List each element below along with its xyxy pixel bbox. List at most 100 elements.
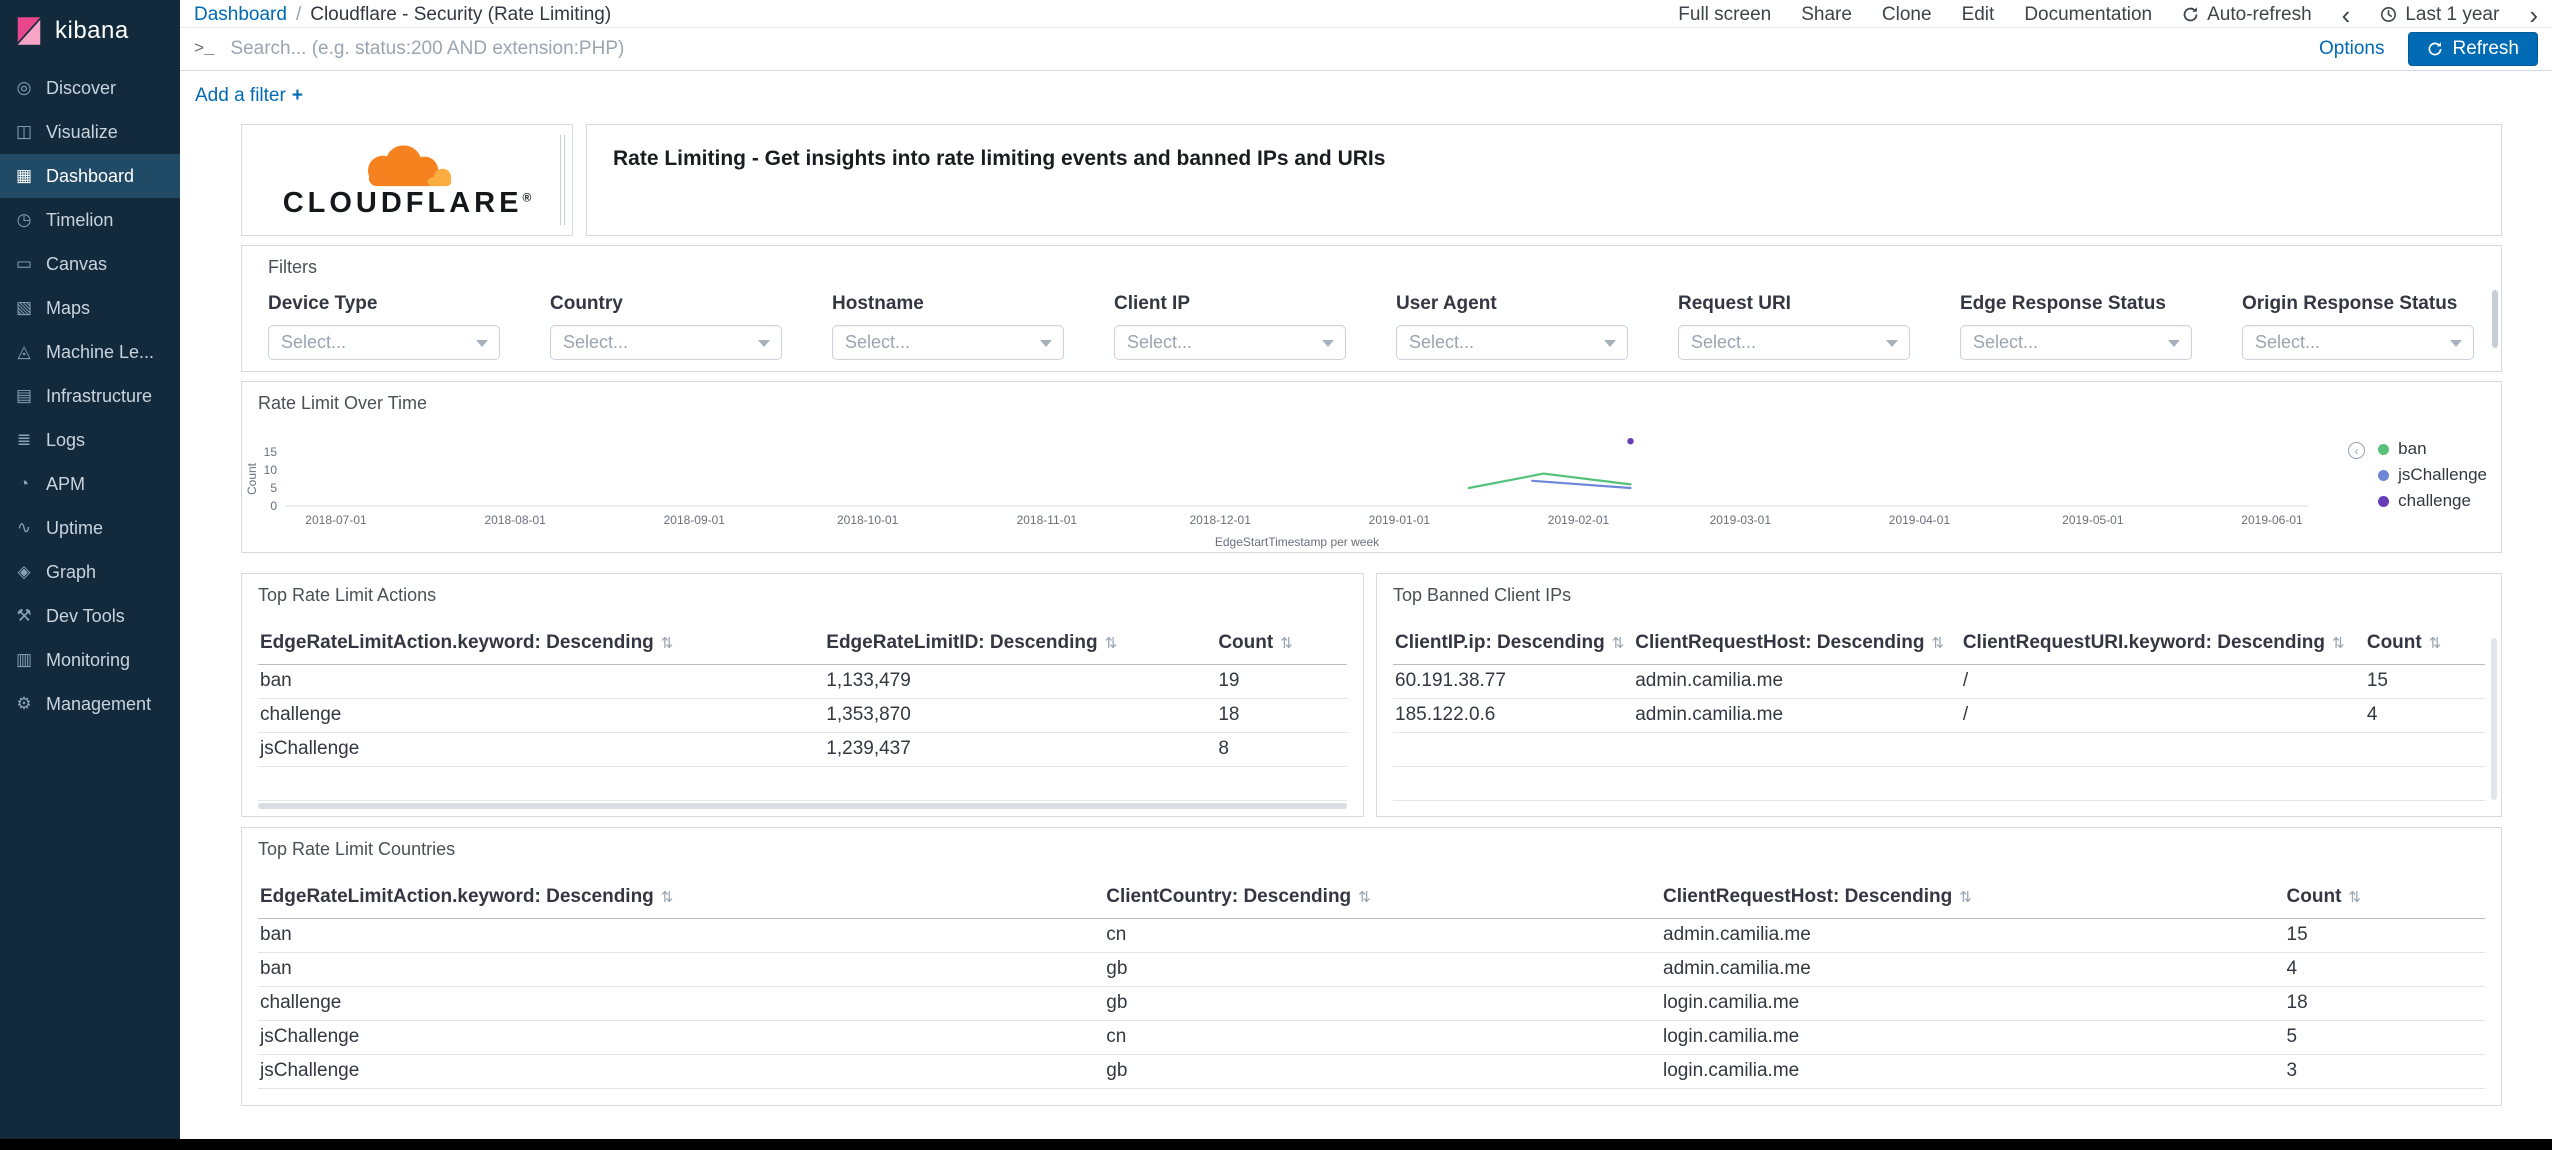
kibana-home-link[interactable]: kibana <box>0 0 180 60</box>
column-header[interactable]: Count ⇅ <box>1216 622 1347 665</box>
sidebar-item-machine-learning[interactable]: ◬ Machine Le... <box>0 330 180 374</box>
sort-icon: ⇅ <box>1280 634 1293 652</box>
actions-table: EdgeRateLimitAction.keyword: Descending ⇅… <box>258 622 1347 801</box>
banned-ips-table: ClientIP.ip: Descending ⇅ ClientRequestHo… <box>1393 622 2485 801</box>
sidebar-item-discover[interactable]: ◎ Discover <box>0 66 180 110</box>
svg-text:2019-05-01: 2019-05-01 <box>2062 513 2124 527</box>
time-picker-button[interactable]: Last 1 year <box>2380 4 2499 26</box>
time-back-button[interactable]: ‹ <box>2342 2 2351 28</box>
filters-row: Device Type Select... Country Select... <box>268 293 2475 360</box>
dashboard-description: Rate Limiting - Get insights into rate l… <box>613 147 1386 170</box>
column-header[interactable]: ClientRequestURI.keyword: Descending ⇅ <box>1960 622 2365 665</box>
breadcrumb-separator: / <box>295 3 302 25</box>
top-rate-limit-countries-panel: Top Rate Limit Countries EdgeRateLimitAc… <box>241 827 2502 1106</box>
filter-field: Country Select... <box>550 293 782 360</box>
filter-label: Device Type <box>268 293 378 314</box>
maps-icon: ▧ <box>15 298 33 317</box>
panel-scrollbar[interactable] <box>560 135 565 225</box>
horizontal-scrollbar[interactable] <box>258 803 1347 809</box>
refresh-icon <box>2429 42 2442 56</box>
breadcrumb: Dashboard / Cloudflare - Security (Rate … <box>194 4 611 26</box>
legend-color-dot <box>2378 469 2390 481</box>
table-panel-title: Top Rate Limit Countries <box>258 839 456 859</box>
breadcrumb-dashboard-link[interactable]: Dashboard <box>194 4 287 26</box>
search-input[interactable] <box>230 38 2319 60</box>
filter-select[interactable]: Select... <box>1678 325 1910 360</box>
sidebar-item-infrastructure[interactable]: ▤ Infrastructure <box>0 374 180 418</box>
sidebar-item-management[interactable]: ⚙ Management <box>0 682 180 726</box>
column-header[interactable]: ClientRequestHost: Descending ⇅ <box>1661 876 2285 919</box>
table-panel-title: Top Banned Client IPs <box>1393 585 1572 605</box>
legend-label: ban <box>2398 439 2427 458</box>
sort-icon: ⇅ <box>1959 888 1972 906</box>
vertical-scrollbar[interactable] <box>2491 638 2497 800</box>
edit-button[interactable]: Edit <box>1962 4 1995 26</box>
clone-button[interactable]: Clone <box>1882 4 1932 26</box>
documentation-link[interactable]: Documentation <box>2024 4 2152 26</box>
legend-item[interactable]: ban <box>2378 436 2487 462</box>
filter-label: Origin Response Status <box>2242 293 2458 314</box>
sidebar-item-maps[interactable]: ▧ Maps <box>0 286 180 330</box>
visualize-icon: ◫ <box>15 122 33 141</box>
filter-select[interactable]: Select... <box>1960 325 2192 360</box>
sidebar-item-logs[interactable]: ≣ Logs <box>0 418 180 462</box>
sidebar-nav: ◎ Discover ◫ Visualize ▦ Dashboard ◷ Timelio… <box>0 66 180 726</box>
machine-learning-icon: ◬ <box>17 342 31 361</box>
filter-select[interactable]: Select... <box>2242 325 2474 360</box>
column-header[interactable]: EdgeRateLimitAction.keyword: Descending ⇅ <box>258 876 1105 919</box>
sidebar-item-uptime[interactable]: ∿ Uptime <box>0 506 180 550</box>
column-header[interactable]: ClientIP.ip: Descending ⇅ <box>1393 622 1634 665</box>
add-filter-link[interactable]: Add a filter + <box>195 85 303 107</box>
filter-select[interactable]: Select... <box>1396 325 1628 360</box>
column-header[interactable]: Count ⇅ <box>2284 876 2485 919</box>
filter-select[interactable]: Select... <box>268 325 500 360</box>
empty-row <box>1393 732 2485 767</box>
cloudflare-brand-text: CLOUDFLARE® <box>282 186 532 219</box>
filter-label: Hostname <box>832 293 924 314</box>
filter-select[interactable]: Select... <box>550 325 782 360</box>
select-placeholder: Select... <box>281 332 347 352</box>
filter-field: Device Type Select... <box>268 293 500 360</box>
sidebar-item-graph[interactable]: ◈ Graph <box>0 550 180 594</box>
filter-select[interactable]: Select... <box>832 325 1064 360</box>
sidebar-item-timelion[interactable]: ◷ Timelion <box>0 198 180 242</box>
legend-item[interactable]: jsChallenge <box>2378 462 2487 488</box>
filter-label: Country <box>550 293 623 314</box>
sidebar-item-visualize[interactable]: ◫ Visualize <box>0 110 180 154</box>
svg-text:2019-03-01: 2019-03-01 <box>1710 513 1772 527</box>
discover-icon: ◎ <box>16 78 32 97</box>
sort-icon: ⇅ <box>2428 634 2442 652</box>
sidebar-item-apm[interactable]: ◔ APM <box>0 462 180 506</box>
legend-item[interactable]: challenge <box>2378 488 2487 514</box>
vertical-scrollbar[interactable] <box>2492 290 2498 348</box>
filter-label: Request URI <box>1678 293 1791 314</box>
sidebar-item-dev-tools[interactable]: ⚒ Dev Tools <box>0 594 180 638</box>
filters-panel-title: Filters <box>268 257 317 277</box>
column-header[interactable]: EdgeRateLimitAction.keyword: Descending ⇅ <box>258 622 825 665</box>
table-row: ban gb admin.camilia.me 4 <box>258 952 2485 987</box>
chart-legend: ‹ ban jsChallenge challenge <box>2348 436 2487 514</box>
column-header[interactable]: EdgeRateLimitID: Descending ⇅ <box>824 622 1217 665</box>
sidebar-item-dashboard[interactable]: ▦ Dashboard <box>0 154 180 198</box>
full-screen-button[interactable]: Full screen <box>1678 4 1771 26</box>
logs-icon: ≣ <box>16 430 32 449</box>
share-button[interactable]: Share <box>1801 4 1852 26</box>
auto-refresh-button[interactable]: Auto-refresh <box>2182 4 2312 26</box>
filter-select[interactable]: Select... <box>1114 325 1346 360</box>
dashboard-grid: CLOUDFLARE® Rate Limiting - Get insights… <box>241 119 2502 1139</box>
time-forward-button[interactable]: › <box>2529 2 2538 28</box>
infrastructure-icon: ▤ <box>15 386 33 405</box>
refresh-button[interactable]: Refresh <box>2408 32 2538 66</box>
column-header[interactable]: ClientCountry: Descending ⇅ <box>1104 876 1661 919</box>
column-header[interactable]: ClientRequestHost: Descending ⇅ <box>1633 622 1961 665</box>
table-row: challenge 1,353,870 18 <box>258 698 1347 733</box>
sidebar-item-canvas[interactable]: ▭ Canvas <box>0 242 180 286</box>
chevron-down-icon <box>1040 340 1052 347</box>
sidebar-item-monitoring[interactable]: ▥ Monitoring <box>0 638 180 682</box>
svg-text:15: 15 <box>264 445 278 459</box>
column-header[interactable]: Count ⇅ <box>2364 622 2485 665</box>
main-area: Dashboard / Cloudflare - Security (Rate … <box>180 0 2552 1139</box>
options-link[interactable]: Options <box>2319 38 2384 60</box>
chevron-down-icon <box>1886 340 1898 347</box>
cloudflare-cloud-icon <box>368 144 452 186</box>
